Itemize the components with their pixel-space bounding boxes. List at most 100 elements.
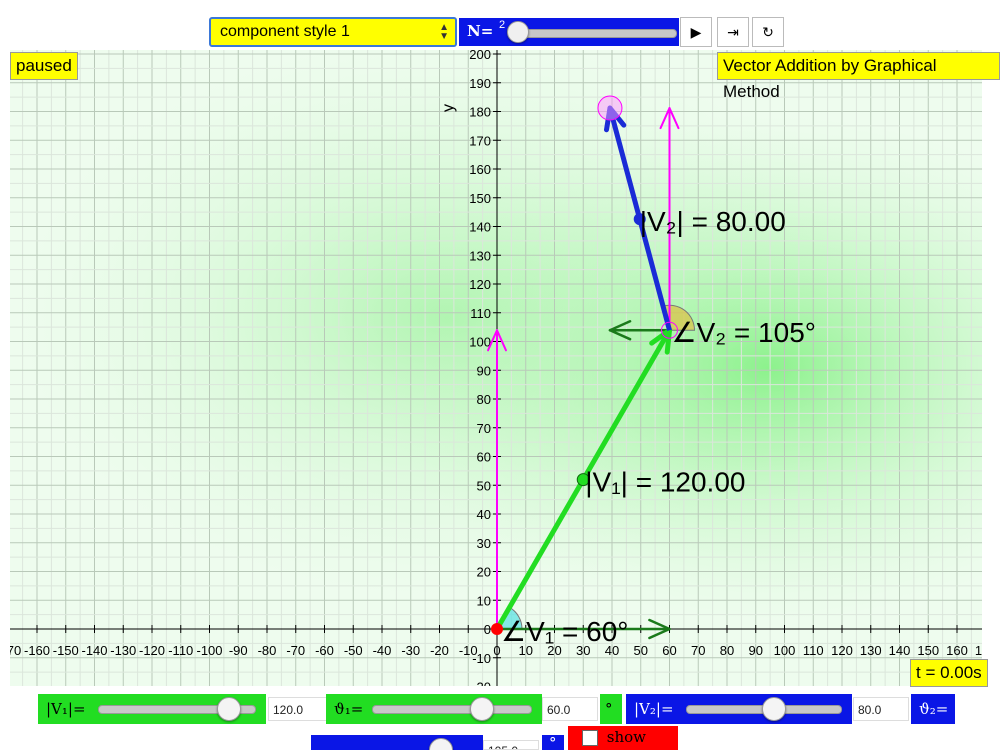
x-tick-label: 150 [917, 643, 939, 658]
x-tick-label: -90 [229, 643, 248, 658]
x-tick-label: -160 [24, 643, 50, 658]
x-tick-label: -130 [110, 643, 136, 658]
n-slider-thumb[interactable] [507, 21, 529, 43]
theta1-control-label: ϑ₁= [334, 700, 364, 718]
y-tick-label: 140 [469, 220, 491, 235]
x-tick-label: -140 [81, 643, 107, 658]
x-tick-label: 70 [691, 643, 705, 658]
theta1-thumb[interactable] [470, 697, 494, 721]
theta1-slider[interactable] [362, 694, 542, 724]
n-slider-panel: N= 2 [459, 18, 679, 46]
theta1-field[interactable]: 60.0 [542, 697, 598, 721]
x-tick-label: -110 [168, 643, 193, 658]
x-tick-label: 110 [803, 643, 824, 658]
v2-magnitude-thumb[interactable] [762, 697, 786, 721]
play-icon: ▶ [690, 24, 702, 40]
y-axis-label: y [440, 104, 457, 112]
time-readout: t = 0.00s [910, 659, 988, 687]
v1-mag-control-label: |V₁|= [46, 700, 86, 718]
y-tick-label: 180 [469, 105, 491, 120]
v2-magnitude-label: |V₂| = 80.00 [640, 206, 786, 237]
y-tick-label: 120 [469, 277, 491, 292]
y-tick-label: 100 [469, 335, 491, 350]
show-sum-checkbox[interactable] [582, 730, 598, 746]
status-badge: paused [10, 52, 78, 80]
y-tick-label: 20 [477, 565, 491, 580]
x-tick-label: 80 [720, 643, 734, 658]
v2-magnitude-field[interactable]: 80.0 [853, 697, 909, 721]
x-tick-label: 170 [975, 643, 982, 658]
y-tick-label: 130 [469, 248, 491, 263]
bottom-controls: |V₁|= 120.0 ϑ₁= 60.0 ° |V₂|= 80.0 ϑ₂= 10… [0, 686, 1000, 752]
show-sum-toggle[interactable]: show sum [568, 726, 678, 750]
y-tick-label: 40 [477, 507, 491, 522]
x-tick-label: -80 [258, 643, 277, 658]
v1-magnitude-label: |V₁| = 120.00 [585, 467, 745, 498]
y-tick-label: 160 [469, 162, 491, 177]
vector-plot[interactable]: -220-210-200-190-180-170-160-150-140-130… [10, 50, 982, 686]
x-tick-label: -50 [344, 643, 363, 658]
theta2-thumb[interactable] [429, 738, 453, 750]
reset-icon: ↻ [762, 24, 774, 40]
theta2-control-label: ϑ₂= [919, 700, 949, 718]
theta2-degree-symbol: ° [549, 734, 557, 752]
play-button[interactable]: ▶ [680, 17, 712, 47]
x-tick-label: -120 [139, 643, 165, 658]
theta2-slider[interactable] [311, 735, 483, 750]
n-slider-track[interactable] [511, 29, 677, 38]
v1-angle-label: ∠V₁ = 60° [501, 616, 628, 647]
plot-area[interactable]: -220-210-200-190-180-170-160-150-140-130… [10, 50, 982, 686]
theta2-unit: ° [542, 734, 564, 752]
theta1-track[interactable] [372, 705, 532, 714]
v2-magnitude-slider[interactable] [676, 694, 852, 724]
x-tick-label: 0 [493, 643, 500, 658]
style-select[interactable]: component style 1 ▲ ▼ [209, 17, 457, 47]
v1-magnitude-thumb[interactable] [217, 697, 241, 721]
v1-magnitude-slider[interactable] [88, 694, 266, 724]
v2-mag-control-label: |V₂|= [634, 700, 674, 718]
theta1-unit: ° [600, 694, 622, 724]
select-arrows-icon: ▲ ▼ [439, 22, 449, 42]
y-tick-label: 190 [469, 76, 491, 91]
x-tick-label: -100 [196, 643, 222, 658]
x-tick-label: 50 [634, 643, 648, 658]
step-icon: ⇥ [727, 24, 739, 40]
y-tick-label: 150 [469, 191, 491, 206]
x-tick-label: 60 [662, 643, 676, 658]
x-tick-label: -150 [53, 643, 79, 658]
y-tick-label: 70 [477, 421, 491, 436]
v2-tip-handle [597, 95, 623, 121]
theta2-field[interactable]: 105.0 [483, 740, 539, 750]
x-tick-label: 100 [774, 643, 796, 658]
y-tick-label: 200 [469, 50, 491, 62]
page-title: Vector Addition by Graphical Method [717, 52, 1000, 101]
y-tick-label: 30 [477, 536, 491, 551]
y-tick-label: -10 [472, 651, 491, 666]
x-tick-label: -30 [401, 643, 420, 658]
v2-angle-label: ∠V₂ = 105° [672, 317, 816, 348]
v1-magnitude-field[interactable]: 120.0 [268, 697, 328, 721]
top-toolbar: component style 1 ▲ ▼ N= 2 ▶ ⇥ ↻ [0, 0, 1000, 50]
theta2-label-box: ϑ₂= [911, 694, 955, 724]
reset-button[interactable]: ↻ [752, 17, 784, 47]
x-tick-label: -170 [10, 643, 21, 658]
y-tick-label: 10 [477, 593, 491, 608]
n-value: 2 [499, 19, 506, 31]
x-tick-label: 140 [889, 643, 911, 658]
x-tick-label: -40 [373, 643, 392, 658]
x-tick-label: 130 [860, 643, 882, 658]
y-tick-label: 0 [484, 622, 491, 637]
x-tick-label: 160 [946, 643, 968, 658]
n-label: N= [467, 22, 494, 40]
step-button[interactable]: ⇥ [717, 17, 749, 47]
style-select-value: component style 1 [220, 23, 350, 40]
theta1-degree-symbol: ° [605, 700, 613, 718]
x-tick-label: -20 [430, 643, 449, 658]
y-tick-label: 90 [477, 363, 491, 378]
y-tick-label: 110 [470, 306, 491, 321]
x-tick-label: 90 [749, 643, 763, 658]
y-tick-label: 60 [477, 450, 491, 465]
y-tick-label: 50 [477, 478, 491, 493]
y-tick-label: 80 [477, 392, 491, 407]
y-tick-label: 170 [469, 133, 491, 148]
